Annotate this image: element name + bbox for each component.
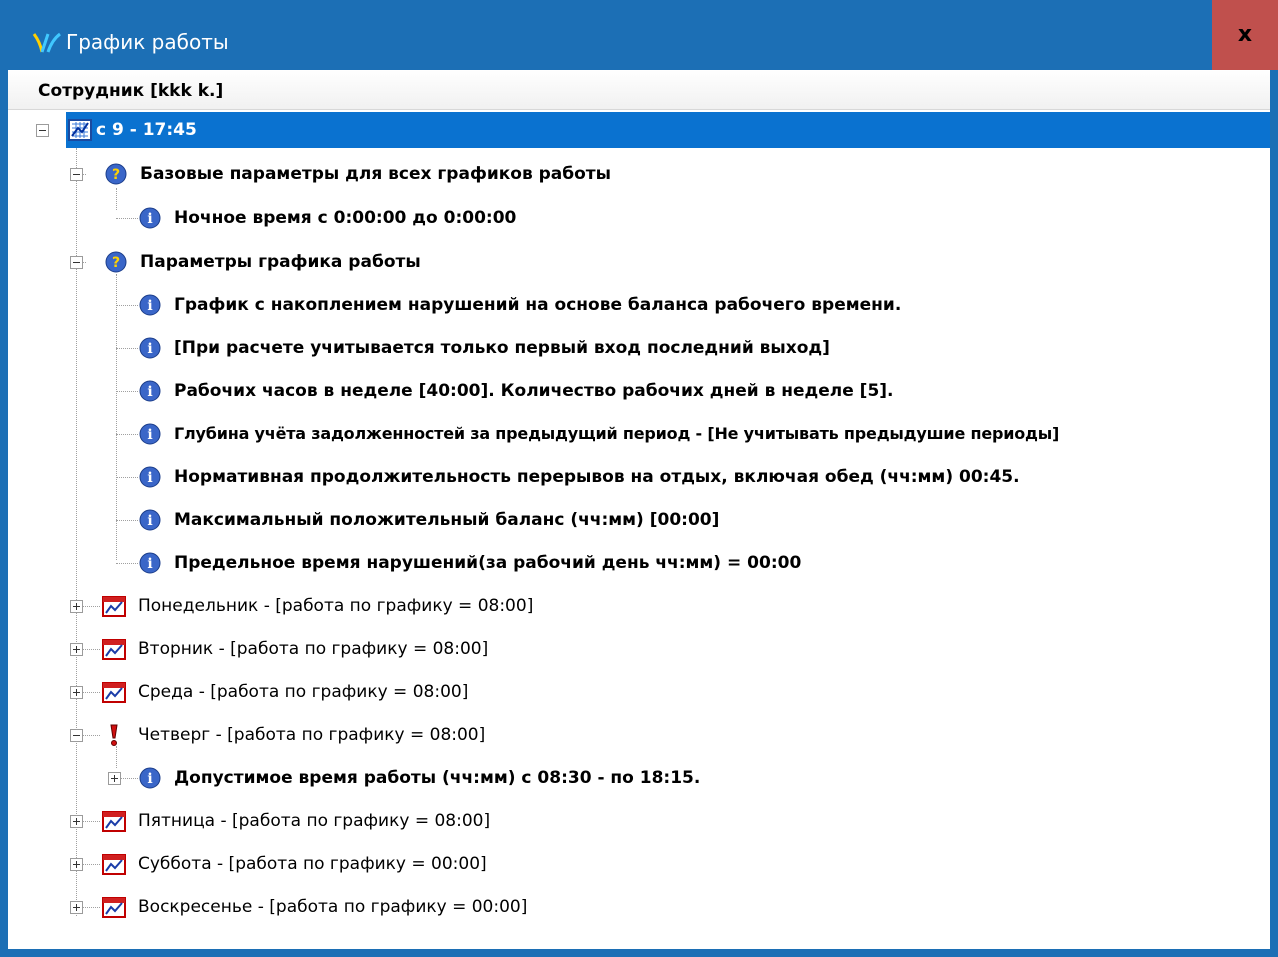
- collapse-toggle[interactable]: [70, 729, 83, 742]
- base-params-label: Базовые параметры для всех графиков рабо…: [140, 164, 612, 184]
- tree-line: [116, 348, 138, 349]
- calendar-grid-icon: [68, 119, 92, 141]
- night-time-label: Ночное время с 0:00:00 до 0:00:00: [174, 208, 517, 228]
- tree-node-param[interactable]: i Глубина учёта задолженностей за предыд…: [8, 414, 1270, 454]
- expand-toggle[interactable]: [70, 901, 83, 914]
- info-icon: i: [139, 552, 161, 574]
- tree-node-base-params[interactable]: ? Базовые параметры для всех графиков ра…: [8, 154, 1270, 194]
- svg-text:i: i: [147, 470, 152, 486]
- calendar-chart-icon: [102, 639, 126, 660]
- tree-node-param[interactable]: i [При расчете учитывается только первый…: [8, 328, 1270, 368]
- day-label: Суббота - [работа по графику = 00:00]: [138, 854, 487, 874]
- svg-text:i: i: [147, 211, 152, 227]
- tree-line: [116, 305, 138, 306]
- app-logo-icon: [32, 32, 61, 53]
- tree-node-sunday[interactable]: Воскресенье - [работа по графику = 00:00…: [8, 887, 1270, 927]
- calendar-chart-icon: [102, 596, 126, 617]
- info-icon: i: [139, 380, 161, 402]
- svg-text:i: i: [147, 427, 152, 443]
- expand-toggle[interactable]: [108, 772, 121, 785]
- expand-toggle[interactable]: [70, 686, 83, 699]
- tree-node-friday[interactable]: Пятница - [работа по графику = 08:00]: [8, 801, 1270, 841]
- param-label: Максимальный положительный баланс (чч:мм…: [174, 510, 720, 530]
- window-title: График работы: [66, 30, 229, 54]
- title-bar[interactable]: График работы x: [0, 0, 1278, 70]
- allowed-time-label: Допустимое время работы (чч:мм) с 08:30 …: [174, 768, 701, 788]
- day-label: Вторник - [работа по графику = 08:00]: [138, 639, 489, 659]
- info-icon: i: [139, 509, 161, 531]
- tree-line: [116, 391, 138, 392]
- tree-line: [116, 520, 138, 521]
- info-icon: i: [139, 423, 161, 445]
- tree-node-tuesday[interactable]: Вторник - [работа по графику = 08:00]: [8, 629, 1270, 669]
- tree-node-thursday-detail[interactable]: i Допустимое время работы (чч:мм) с 08:3…: [8, 758, 1270, 798]
- calendar-chart-icon: [102, 811, 126, 832]
- warning-exclamation-icon: [110, 724, 118, 746]
- day-label: Воскресенье - [работа по графику = 00:00…: [138, 897, 528, 917]
- tree-node-schedule-params[interactable]: ? Параметры графика работы: [8, 242, 1270, 282]
- tree-node-param[interactable]: i Максимальный положительный баланс (чч:…: [8, 500, 1270, 540]
- expand-toggle[interactable]: [70, 815, 83, 828]
- schedule-tree[interactable]: с 9 - 17:45 ? Базовые параметры для всех…: [8, 110, 1270, 949]
- help-icon: ?: [105, 163, 127, 185]
- day-label: Четверг - [работа по графику = 08:00]: [138, 725, 486, 745]
- calendar-chart-icon: [102, 682, 126, 703]
- param-label: [При расчете учитывается только первый в…: [174, 338, 830, 358]
- param-label: Глубина учёта задолженностей за предыдущ…: [174, 424, 1060, 443]
- tree-node-param[interactable]: i Предельное время нарушений(за рабочий …: [8, 543, 1270, 583]
- info-icon: i: [139, 466, 161, 488]
- tree-node-wednesday[interactable]: Среда - [работа по графику = 08:00]: [8, 672, 1270, 712]
- calendar-chart-icon: [102, 897, 126, 918]
- tree-node-root[interactable]: с 9 - 17:45: [8, 110, 1270, 150]
- param-label: Рабочих часов в неделе [40:00]. Количест…: [174, 381, 894, 401]
- column-header[interactable]: Сотрудник [kkk k.]: [8, 70, 1270, 110]
- collapse-toggle[interactable]: [70, 256, 83, 269]
- svg-text:?: ?: [112, 167, 120, 183]
- param-label: Нормативная продолжительность перерывов …: [174, 467, 1020, 487]
- tree-node-saturday[interactable]: Суббота - [работа по графику = 00:00]: [8, 844, 1270, 884]
- tree-node-night-time[interactable]: i Ночное время с 0:00:00 до 0:00:00: [8, 198, 1270, 238]
- employee-header-label: Сотрудник [kkk k.]: [38, 81, 224, 101]
- calendar-chart-icon: [102, 854, 126, 875]
- tree-line: [116, 434, 138, 435]
- day-label: Понедельник - [работа по графику = 08:00…: [138, 596, 534, 616]
- expand-toggle[interactable]: [70, 600, 83, 613]
- help-icon: ?: [105, 251, 127, 273]
- svg-text:i: i: [147, 298, 152, 314]
- collapse-toggle[interactable]: [36, 124, 49, 137]
- tree-line: [116, 477, 138, 478]
- tree-line: [116, 218, 138, 219]
- schedule-window: График работы x Сотрудник [kkk k.] с 9 -: [0, 0, 1278, 957]
- expand-toggle[interactable]: [70, 643, 83, 656]
- svg-text:i: i: [147, 341, 152, 357]
- svg-text:i: i: [147, 771, 152, 787]
- tree-node-param[interactable]: i График с накоплением нарушений на осно…: [8, 285, 1270, 325]
- collapse-toggle[interactable]: [70, 168, 83, 181]
- info-icon: i: [139, 337, 161, 359]
- svg-text:i: i: [147, 384, 152, 400]
- day-label: Пятница - [работа по графику = 08:00]: [138, 811, 491, 831]
- svg-text:i: i: [147, 556, 152, 572]
- tree-node-param[interactable]: i Нормативная продолжительность перерыво…: [8, 457, 1270, 497]
- client-area: Сотрудник [kkk k.] с 9 - 17:45 ? Базовые…: [8, 70, 1270, 949]
- svg-text:?: ?: [112, 255, 120, 271]
- tree-node-monday[interactable]: Понедельник - [работа по графику = 08:00…: [8, 586, 1270, 626]
- expand-toggle[interactable]: [70, 858, 83, 871]
- info-icon: i: [139, 207, 161, 229]
- tree-line: [116, 563, 138, 564]
- param-label: График с накоплением нарушений на основе…: [174, 295, 902, 315]
- day-label: Среда - [работа по графику = 08:00]: [138, 682, 469, 702]
- tree-node-param[interactable]: i Рабочих часов в неделе [40:00]. Количе…: [8, 371, 1270, 411]
- tree-node-thursday[interactable]: Четверг - [работа по графику = 08:00]: [8, 715, 1270, 755]
- close-button[interactable]: x: [1212, 0, 1278, 70]
- param-label: Предельное время нарушений(за рабочий де…: [174, 553, 802, 573]
- info-icon: i: [139, 294, 161, 316]
- root-label: с 9 - 17:45: [96, 120, 197, 140]
- schedule-params-label: Параметры графика работы: [140, 252, 421, 272]
- selection-highlight: [66, 112, 1270, 148]
- svg-text:i: i: [147, 513, 152, 529]
- info-icon: i: [139, 767, 161, 789]
